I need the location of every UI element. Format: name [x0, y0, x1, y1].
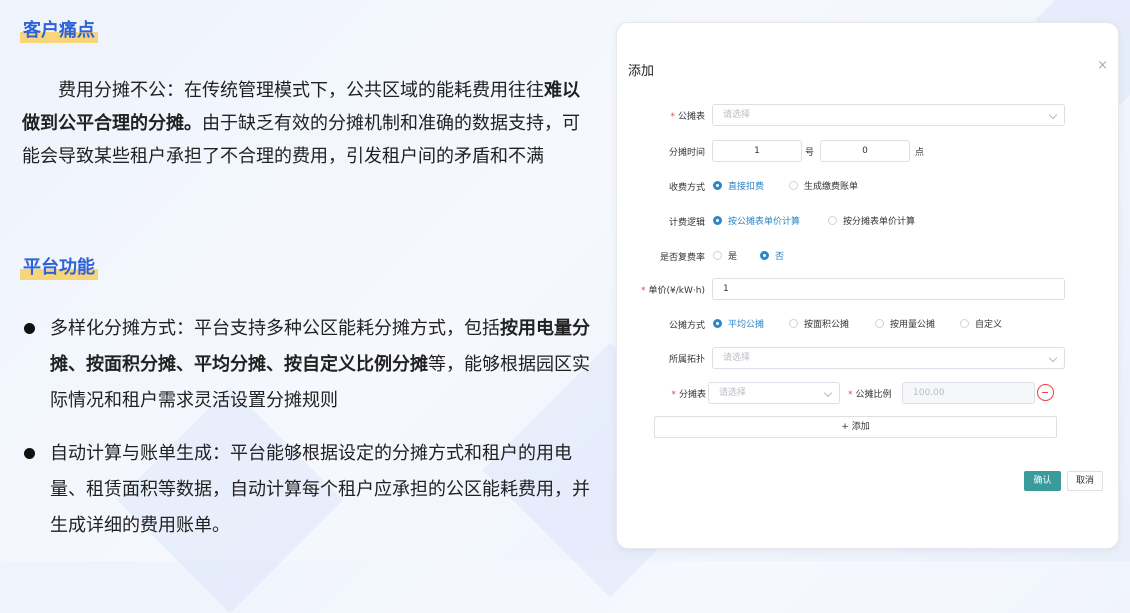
hour-unit: 点	[915, 148, 925, 158]
radio-logic-public[interactable]: 按公摊表单价计算	[713, 214, 800, 227]
dialog-title: 添加	[628, 64, 655, 79]
remove-row-icon[interactable]	[1037, 384, 1054, 401]
bullet-dot	[24, 448, 35, 459]
day-unit: 号	[805, 148, 815, 158]
chevron-down-icon	[1048, 110, 1058, 120]
label-complex: 是否复费率	[659, 253, 705, 263]
ratio-input[interactable]: 100.00	[902, 382, 1035, 404]
label-price: * 单价(¥/kW·h)	[641, 286, 705, 296]
chevron-down-icon	[1048, 353, 1058, 363]
label-logic: 计费逻辑	[668, 218, 705, 228]
bullet-text-a: 多样化分摊方式：平台支持多种公区能耗分摊方式，包括	[50, 318, 500, 339]
row-topology: 所属拓扑 请选择	[617, 347, 1118, 369]
row-price: * 单价(¥/kW·h) 1	[617, 278, 1118, 300]
day-input[interactable]: 1	[712, 140, 802, 162]
bullet-dot	[24, 323, 35, 334]
row-charge: 收费方式 直接扣费 生成缴费账单	[617, 175, 1118, 197]
row-time: 分摊时间 1 号 0 点	[617, 140, 1118, 162]
cancel-button[interactable]: 取消	[1067, 471, 1103, 491]
label-ratio: * 公摊比例	[848, 390, 892, 400]
radio-logic-split[interactable]: 按分摊表单价计算	[828, 214, 915, 227]
label-split: * 分摊表	[671, 390, 706, 400]
label-topology: 所属拓扑	[668, 355, 705, 365]
bullet-text-a: 自动计算与账单生成：平台能够根据设定的分摊方式和租户的用电量、租赁面积等数据，自…	[50, 443, 590, 536]
table-select[interactable]: 请选择	[712, 104, 1065, 126]
topology-select[interactable]: 请选择	[712, 347, 1065, 369]
row-complex-rate: 是否复费率 是 否	[617, 245, 1118, 267]
heading-platform-features: 平台功能	[20, 256, 98, 280]
row-table: * 公摊表 请选择	[617, 104, 1118, 126]
row-split: * 分摊表 请选择 * 公摊比例 100.00	[617, 382, 1118, 404]
add-row-button[interactable]: + 添加	[654, 416, 1057, 438]
radio-average[interactable]: 平均公摊	[713, 317, 764, 330]
chevron-down-icon	[823, 388, 833, 398]
price-input[interactable]: 1	[712, 278, 1065, 300]
hour-input[interactable]: 0	[820, 140, 910, 162]
label-method: 公摊方式	[668, 321, 705, 331]
confirm-button[interactable]: 确认	[1024, 471, 1061, 491]
bullet-auto-billing: 自动计算与账单生成：平台能够根据设定的分摊方式和租户的用电量、租赁面积等数据，自…	[22, 436, 597, 544]
radio-complex-yes[interactable]: 是	[713, 249, 737, 262]
bullet-allocation-methods: 多样化分摊方式：平台支持多种公区能耗分摊方式，包括按用电量分摊、按面积分摊、平均…	[22, 311, 597, 419]
label-time: 分摊时间	[668, 148, 705, 158]
label-charge: 收费方式	[668, 183, 705, 193]
radio-direct-deduct[interactable]: 直接扣费	[713, 179, 764, 192]
radio-complex-no[interactable]: 否	[760, 249, 784, 262]
row-method: 公摊方式 平均公摊 按面积公摊 按用量公摊 自定义	[617, 313, 1118, 335]
radio-custom[interactable]: 自定义	[960, 317, 1002, 330]
para-text-a: 费用分摊不公：在传统管理模式下，公共区域的能耗费用往往	[58, 80, 544, 101]
add-dialog: 添加 × * 公摊表 请选择 分摊时间 1 号 0 点 收费方式 直接扣费 生成缴…	[616, 22, 1119, 549]
required-mark: *	[670, 112, 675, 122]
paragraph-pain-points: 费用分摊不公：在传统管理模式下，公共区域的能耗费用往往难以做到公平合理的分摊。由…	[22, 74, 592, 173]
radio-by-usage[interactable]: 按用量公摊	[875, 317, 935, 330]
content-panel: 客户痛点 费用分摊不公：在传统管理模式下，公共区域的能耗费用往往难以做到公平合理…	[0, 0, 600, 561]
label-table: * 公摊表	[670, 112, 705, 122]
radio-by-area[interactable]: 按面积公摊	[789, 317, 849, 330]
radio-generate-bill[interactable]: 生成缴费账单	[789, 179, 858, 192]
row-logic: 计费逻辑 按公摊表单价计算 按分摊表单价计算	[617, 210, 1118, 232]
split-select[interactable]: 请选择	[708, 382, 840, 404]
close-icon[interactable]: ×	[1097, 58, 1108, 73]
heading-pain-points: 客户痛点	[20, 19, 98, 43]
